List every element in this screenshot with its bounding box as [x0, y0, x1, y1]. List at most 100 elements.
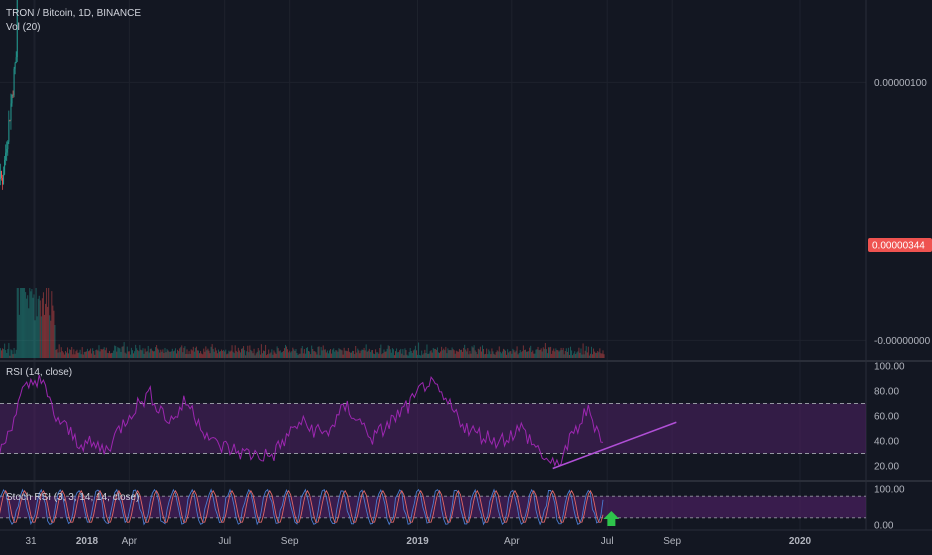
volume-bar: [428, 353, 430, 358]
volume-bar: [488, 349, 490, 358]
volume-bar: [96, 349, 98, 358]
volume-bar: [188, 351, 190, 358]
volume-bar: [530, 345, 532, 358]
volume-bar: [261, 353, 263, 358]
volume-bar: [576, 352, 578, 358]
volume-bar: [358, 350, 360, 358]
volume-bar: [349, 352, 351, 358]
volume-bar: [546, 353, 548, 358]
volume-bar: [65, 352, 67, 358]
volume-bar: [114, 345, 116, 358]
volume-bar: [478, 349, 480, 358]
volume-bar: [481, 345, 483, 358]
volume-bar: [599, 348, 601, 358]
volume-bar: [180, 347, 182, 358]
volume-bar: [380, 344, 382, 358]
candle-body: [12, 94, 14, 96]
volume-bar: [105, 347, 107, 358]
volume-bar: [242, 348, 244, 358]
volume-bar: [148, 352, 150, 358]
volume-bar: [280, 352, 282, 358]
volume-bar: [531, 352, 533, 358]
volume-bar: [227, 353, 229, 358]
price-tick-label: -0.00000000: [874, 336, 931, 347]
volume-bar: [596, 352, 598, 358]
volume-bar: [305, 347, 307, 358]
volume-bar: [179, 348, 181, 358]
volume-bar: [170, 351, 172, 358]
volume-bar: [133, 353, 135, 358]
volume-bar: [518, 352, 520, 358]
volume-bar: [146, 351, 148, 358]
volume-bar: [592, 354, 594, 358]
volume-bar: [244, 350, 246, 358]
volume-bar: [30, 291, 32, 358]
volume-bar: [183, 347, 185, 358]
volume-bar: [4, 343, 6, 358]
volume-bar: [557, 350, 559, 358]
volume-bar: [142, 348, 144, 358]
volume-bar: [181, 345, 183, 358]
volume-bar: [62, 352, 64, 358]
volume-bar: [163, 352, 165, 358]
candle-body: [1, 170, 2, 179]
volume-bar: [538, 350, 540, 358]
volume-bar: [167, 350, 169, 358]
volume-bar: [3, 349, 5, 358]
volume-bar: [272, 354, 274, 358]
volume-bar: [593, 348, 595, 358]
volume-bar: [472, 347, 474, 358]
volume-bar: [144, 348, 146, 358]
volume-bar: [537, 346, 539, 358]
volume-bar: [346, 351, 348, 358]
volume-bar: [532, 350, 534, 358]
candle-body: [10, 103, 12, 121]
volume-bar: [382, 353, 384, 358]
volume-bar: [507, 349, 509, 358]
volume-bar: [466, 351, 468, 358]
volume-bar: [55, 349, 57, 358]
volume-bar: [101, 349, 103, 358]
volume-bar: [140, 349, 142, 358]
volume-bar: [351, 352, 353, 358]
volume-bar: [17, 288, 19, 358]
volume-bar: [83, 351, 85, 358]
volume-bar: [56, 348, 58, 358]
volume-bar: [413, 349, 415, 358]
volume-bar: [589, 353, 591, 358]
volume-bar: [422, 354, 424, 358]
volume-bar: [237, 347, 239, 358]
volume-bar: [306, 347, 308, 358]
volume-bar: [159, 352, 161, 358]
volume-bar: [89, 350, 91, 358]
volume-bar: [214, 347, 216, 358]
volume-bar: [287, 349, 289, 358]
volume-bar: [71, 346, 73, 358]
volume-bar: [118, 347, 120, 358]
volume-bar: [420, 355, 422, 358]
volume-bar: [273, 350, 275, 358]
volume-bar: [443, 348, 445, 358]
volume-bar: [315, 352, 317, 358]
volume-bar: [391, 348, 393, 358]
volume-bar: [410, 351, 412, 358]
volume-bar: [574, 351, 576, 358]
volume-bar: [400, 348, 402, 358]
volume-bar: [440, 351, 442, 358]
volume-bar: [553, 348, 555, 358]
volume-bar: [173, 350, 175, 358]
volume-bar: [270, 352, 272, 358]
rsi-tick-label: 20.00: [874, 462, 899, 473]
volume-bar: [333, 348, 335, 358]
volume-bar: [164, 347, 166, 358]
volume-bar: [515, 350, 517, 358]
volume-bar: [195, 346, 197, 358]
volume-bar: [193, 351, 195, 358]
volume-bar: [50, 320, 52, 358]
volume-bar: [295, 349, 297, 358]
volume-bar: [330, 349, 332, 358]
volume-bar: [178, 351, 180, 358]
volume-bar: [255, 353, 257, 358]
volume-bar: [293, 349, 295, 358]
volume-bar: [139, 345, 141, 358]
